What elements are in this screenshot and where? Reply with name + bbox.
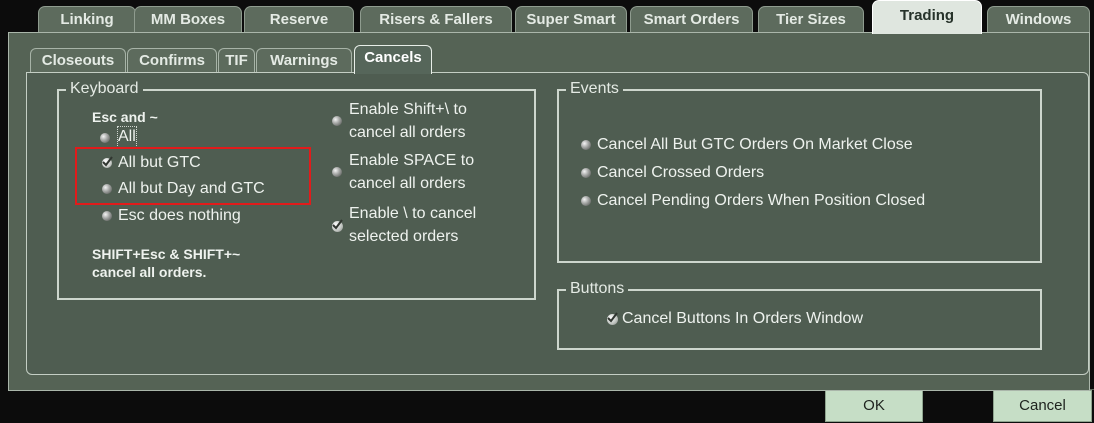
event-cancel-pending[interactable] bbox=[581, 196, 591, 206]
radio-esc-nothing[interactable] bbox=[102, 211, 112, 221]
event-cancel-all-but-gtc[interactable] bbox=[581, 140, 591, 150]
event-cancel-crossed[interactable] bbox=[581, 168, 591, 178]
cancel-buttons-checkbox[interactable] bbox=[607, 312, 618, 325]
subtab-closeouts[interactable]: Closeouts bbox=[30, 48, 126, 72]
toggle-shift-backslash-line2: cancel all orders bbox=[349, 124, 466, 141]
event-cancel-pending-label: Cancel Pending Orders When Position Clos… bbox=[597, 192, 926, 209]
toggle-space-line1: Enable SPACE to bbox=[349, 152, 475, 169]
toggle-space[interactable] bbox=[332, 167, 342, 177]
tab-super-smart[interactable]: Super Smart bbox=[515, 6, 627, 32]
checkmark-icon bbox=[332, 219, 343, 230]
toggle-backslash-line2: selected orders bbox=[349, 228, 459, 245]
subtab-confirms[interactable]: Confirms bbox=[127, 48, 217, 72]
tab-windows[interactable]: Windows bbox=[987, 6, 1090, 32]
radio-all-label: All bbox=[117, 126, 137, 148]
shift-note-line1: SHIFT+Esc & SHIFT+~ bbox=[92, 246, 241, 262]
tab-mm-boxes[interactable]: MM Boxes bbox=[134, 6, 242, 32]
tab-linking[interactable]: Linking bbox=[38, 6, 136, 32]
subtab-warnings[interactable]: Warnings bbox=[256, 48, 352, 72]
buttons-group-title: Buttons bbox=[566, 280, 629, 298]
checkmark-icon bbox=[607, 312, 618, 323]
tab-trading[interactable]: Trading bbox=[872, 0, 982, 34]
subtab-tif[interactable]: TIF bbox=[218, 48, 255, 72]
tab-reserve[interactable]: Reserve bbox=[244, 6, 354, 32]
subtab-cancels[interactable]: Cancels bbox=[354, 45, 432, 74]
toggle-backslash-line1: Enable \ to cancel bbox=[349, 205, 477, 222]
tab-tier-sizes[interactable]: Tier Sizes bbox=[758, 6, 864, 32]
toggle-shift-backslash-line1: Enable Shift+\ to bbox=[349, 101, 467, 118]
event-cancel-crossed-label: Cancel Crossed Orders bbox=[597, 164, 765, 181]
event-cancel-all-but-gtc-label: Cancel All But GTC Orders On Market Clos… bbox=[597, 136, 913, 153]
shift-note-line2: cancel all orders. bbox=[92, 264, 207, 280]
highlight-box bbox=[75, 147, 311, 205]
events-group-title: Events bbox=[566, 80, 623, 98]
cancel-buttons-label: Cancel Buttons In Orders Window bbox=[622, 310, 863, 327]
esc-heading: Esc and ~ bbox=[92, 109, 158, 125]
radio-all[interactable] bbox=[100, 133, 110, 143]
radio-esc-nothing-label: Esc does nothing bbox=[118, 207, 241, 224]
ok-button[interactable]: OK bbox=[825, 390, 923, 422]
toggle-shift-backslash[interactable] bbox=[332, 116, 342, 126]
tab-smart-orders[interactable]: Smart Orders bbox=[630, 6, 753, 32]
tab-risers-fallers[interactable]: Risers & Fallers bbox=[360, 6, 512, 32]
cancel-button[interactable]: Cancel bbox=[993, 390, 1092, 422]
keyboard-group-title: Keyboard bbox=[66, 80, 143, 98]
toggle-backslash[interactable] bbox=[332, 219, 343, 232]
toggle-space-line2: cancel all orders bbox=[349, 175, 466, 192]
